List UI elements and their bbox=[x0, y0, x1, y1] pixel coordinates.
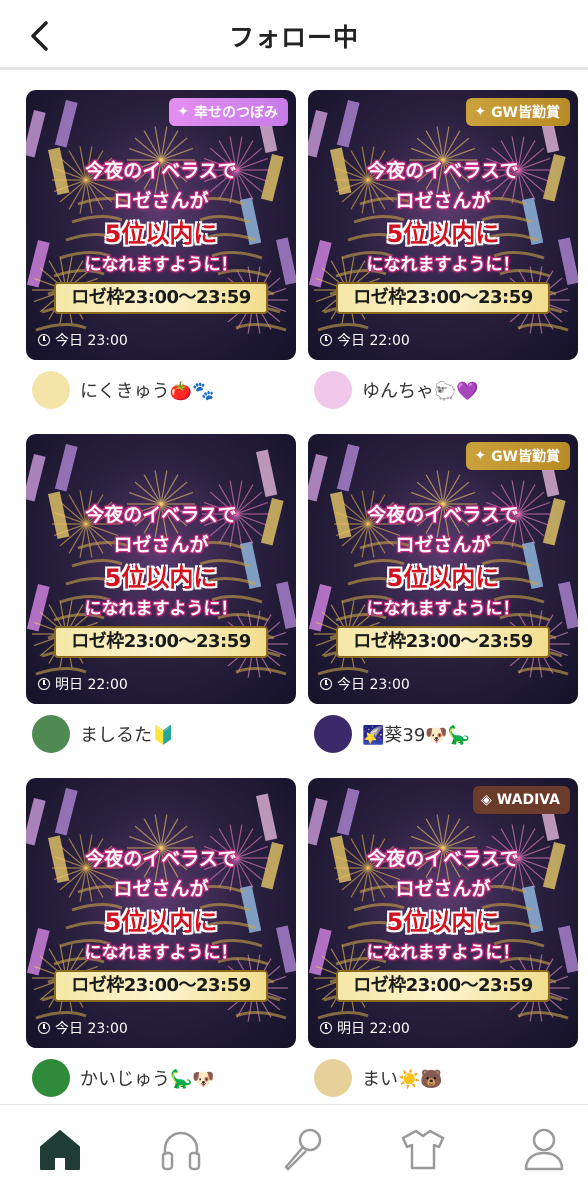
badge-label: GW皆勤賞 bbox=[491, 449, 560, 465]
home-icon[interactable] bbox=[36, 1125, 84, 1173]
tshirt-icon[interactable] bbox=[399, 1125, 447, 1173]
sparkle-icon: ✦ bbox=[177, 104, 189, 120]
promo-line-4: になれますように！ bbox=[84, 255, 238, 275]
time-slot-banner: ロゼ枠23:00〜23:59 bbox=[336, 970, 550, 1002]
time-slot-banner: ロゼ枠23:00〜23:59 bbox=[336, 282, 550, 314]
time-slot-banner: ロゼ枠23:00〜23:59 bbox=[336, 626, 550, 658]
user-name: ましるた🔰 bbox=[80, 725, 175, 746]
time-slot-banner: ロゼ枠23:00〜23:59 bbox=[54, 970, 268, 1002]
promo-line-1: 今夜のイベラスで bbox=[367, 504, 519, 526]
schedule-time-label: 今日 23:00 bbox=[337, 677, 410, 693]
schedule-time: 今日 22:00 bbox=[320, 330, 410, 350]
promo-line-1: 今夜のイベラスで bbox=[367, 160, 519, 182]
diamond-icon: ◈ bbox=[481, 792, 492, 808]
promo-line-2: ロゼさんが bbox=[113, 878, 209, 900]
event-badge: ✦ GW皆勤賞 bbox=[466, 98, 570, 126]
promo-line-4: になれますように！ bbox=[366, 943, 520, 963]
avatar[interactable] bbox=[314, 1059, 352, 1097]
badge-label: WADIVA bbox=[496, 792, 560, 808]
user-name: 🌠葵39🐶🦕 bbox=[362, 725, 471, 746]
promo-line-3: 5位以内に bbox=[104, 220, 218, 248]
live-card[interactable]: 今夜のイベラスで ロゼさんが 5位以内に になれますように！ ロゼ枠23:00〜… bbox=[26, 434, 296, 704]
sparkle-icon: ✦ bbox=[474, 448, 487, 464]
schedule-time-label: 明日 22:00 bbox=[55, 677, 128, 693]
user-row[interactable]: 🌠葵39🐶🦕 bbox=[314, 714, 584, 754]
sparkle-icon: ✦ bbox=[474, 104, 487, 120]
schedule-time-label: 明日 22:00 bbox=[337, 1021, 410, 1037]
clock-icon bbox=[38, 334, 50, 346]
live-card[interactable]: ✦ 幸せのつぼみ今夜のイベラスで ロゼさんが 5位以内に になれますように！ ロ… bbox=[26, 90, 296, 360]
profile-icon[interactable] bbox=[520, 1125, 568, 1173]
schedule-time-label: 今日 23:00 bbox=[55, 333, 128, 349]
user-row[interactable]: まい☀️🐻 bbox=[314, 1058, 584, 1098]
user-name: まい☀️🐻 bbox=[362, 1069, 443, 1090]
promo-line-2: ロゼさんが bbox=[113, 534, 209, 556]
avatar[interactable] bbox=[32, 371, 70, 409]
avatar[interactable] bbox=[32, 1059, 70, 1097]
clock-icon bbox=[320, 678, 332, 690]
promo-line-1: 今夜のイベラスで bbox=[367, 848, 519, 870]
schedule-time: 今日 23:00 bbox=[320, 674, 410, 694]
time-slot-banner: ロゼ枠23:00〜23:59 bbox=[54, 626, 268, 658]
promo-line-2: ロゼさんが bbox=[395, 534, 491, 556]
schedule-time: 明日 22:00 bbox=[38, 674, 128, 694]
badge-label: GW皆勤賞 bbox=[491, 105, 560, 121]
promo-line-4: になれますように！ bbox=[366, 255, 520, 275]
promo-line-3: 5位以内に bbox=[104, 564, 218, 592]
promo-line-4: になれますように！ bbox=[84, 599, 238, 619]
header-bar: フォロー中 bbox=[0, 0, 588, 70]
live-card[interactable]: ◈ WADIVA 今夜のイベラスで ロゼさんが 5位以内に になれますように！ ロ… bbox=[308, 778, 578, 1048]
user-name: ゆんちゃ🐑💜 bbox=[362, 381, 479, 402]
schedule-time: 明日 22:00 bbox=[320, 1018, 410, 1038]
schedule-time-label: 今日 22:00 bbox=[337, 333, 410, 349]
promo-line-1: 今夜のイベラスで bbox=[85, 504, 237, 526]
user-row[interactable]: ゆんちゃ🐑💜 bbox=[314, 370, 584, 410]
promo-line-4: になれますように！ bbox=[366, 599, 520, 619]
promo-line-1: 今夜のイベラスで bbox=[85, 848, 237, 870]
user-row[interactable]: ましるた🔰 bbox=[32, 714, 302, 754]
live-card[interactable]: ✦ GW皆勤賞今夜のイベラスで ロゼさんが 5位以内に になれますように！ ロゼ… bbox=[308, 434, 578, 704]
user-name: かいじゅう🦕🐶 bbox=[80, 1069, 215, 1090]
clock-icon bbox=[38, 1022, 50, 1034]
event-badge: ◈ WADIVA bbox=[473, 786, 570, 814]
bottom-tab-bar bbox=[0, 1104, 588, 1201]
badge-label: 幸せのつぼみ bbox=[194, 105, 278, 121]
user-row[interactable]: かいじゅう🦕🐶 bbox=[32, 1058, 302, 1098]
promo-line-2: ロゼさんが bbox=[395, 878, 491, 900]
promo-line-2: ロゼさんが bbox=[113, 190, 209, 212]
live-card[interactable]: 今夜のイベラスで ロゼさんが 5位以内に になれますように！ ロゼ枠23:00〜… bbox=[26, 778, 296, 1048]
event-badge: ✦ 幸せのつぼみ bbox=[169, 98, 288, 126]
schedule-time-label: 今日 23:00 bbox=[55, 1021, 128, 1037]
clock-icon bbox=[38, 678, 50, 690]
promo-line-3: 5位以内に bbox=[386, 908, 500, 936]
promo-line-3: 5位以内に bbox=[386, 564, 500, 592]
schedule-time: 今日 23:00 bbox=[38, 330, 128, 350]
clock-icon bbox=[320, 1022, 332, 1034]
event-badge: ✦ GW皆勤賞 bbox=[466, 442, 570, 470]
clock-icon bbox=[320, 334, 332, 346]
time-slot-banner: ロゼ枠23:00〜23:59 bbox=[54, 282, 268, 314]
promo-line-1: 今夜のイベラスで bbox=[85, 160, 237, 182]
promo-line-4: になれますように！ bbox=[84, 943, 238, 963]
avatar[interactable] bbox=[32, 715, 70, 753]
promo-line-2: ロゼさんが bbox=[395, 190, 491, 212]
schedule-time: 今日 23:00 bbox=[38, 1018, 128, 1038]
avatar[interactable] bbox=[314, 715, 352, 753]
promo-line-3: 5位以内に bbox=[104, 908, 218, 936]
avatar[interactable] bbox=[314, 371, 352, 409]
user-row[interactable]: にくきゅう🍅🐾 bbox=[32, 370, 302, 410]
headphones-icon[interactable] bbox=[157, 1125, 205, 1173]
promo-line-3: 5位以内に bbox=[386, 220, 500, 248]
user-name: にくきゅう🍅🐾 bbox=[80, 381, 215, 402]
microphone-icon[interactable] bbox=[278, 1125, 326, 1173]
page-title: フォロー中 bbox=[228, 23, 359, 52]
live-card[interactable]: ✦ GW皆勤賞今夜のイベラスで ロゼさんが 5位以内に になれますように！ ロゼ… bbox=[308, 90, 578, 360]
